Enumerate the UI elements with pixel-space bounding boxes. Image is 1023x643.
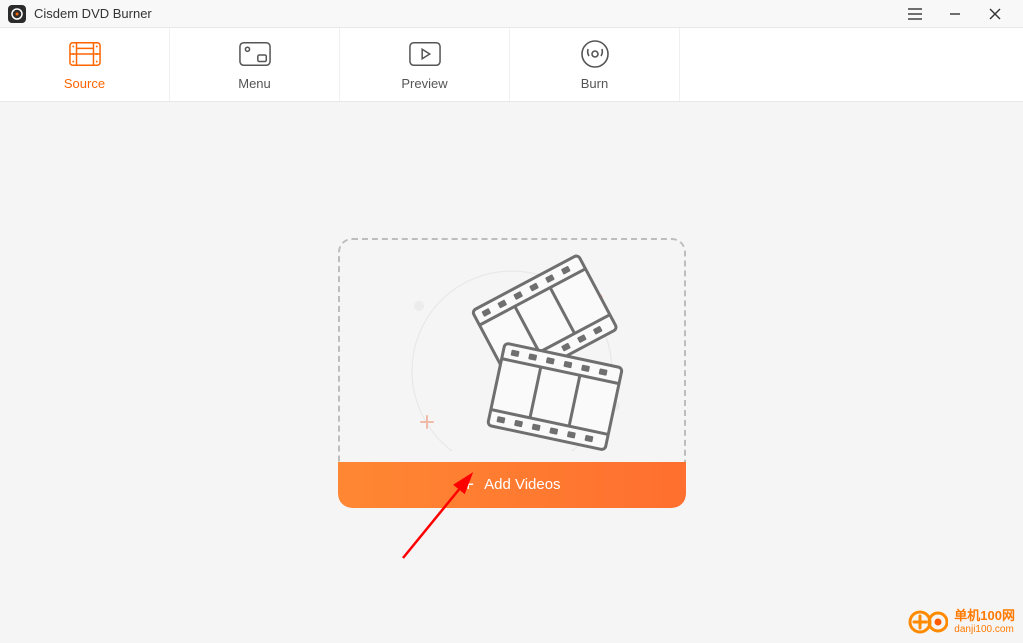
close-button[interactable] (975, 0, 1015, 28)
add-videos-label: Add Videos (484, 476, 560, 493)
preview-play-icon (409, 38, 441, 70)
menu-template-icon (239, 38, 271, 70)
tab-label: Menu (238, 76, 271, 91)
tab-preview[interactable]: Preview (340, 28, 510, 101)
tab-bar: Source Menu Preview (0, 28, 1023, 102)
dropzone[interactable]: + Add Videos (338, 238, 686, 508)
app-logo-icon (8, 5, 26, 23)
watermark-line2: danji100.com (954, 624, 1015, 635)
titlebar: Cisdem DVD Burner (0, 0, 1023, 28)
tab-label: Burn (581, 76, 608, 91)
add-videos-button[interactable]: + Add Videos (338, 462, 686, 508)
tab-label: Source (64, 76, 105, 91)
tab-menu[interactable]: Menu (170, 28, 340, 101)
tab-burn[interactable]: Burn (510, 28, 680, 101)
minimize-button[interactable] (935, 0, 975, 28)
window-title: Cisdem DVD Burner (34, 6, 895, 21)
tab-source[interactable]: Source (0, 28, 170, 101)
disc-burn-icon (579, 38, 611, 70)
watermark: 单机100网 danji100.com (908, 607, 1015, 637)
filmstrip-icon (69, 38, 101, 70)
watermark-logo-icon (908, 607, 948, 637)
plus-icon: + (462, 475, 474, 495)
dropzone-illustration (338, 238, 686, 462)
tab-label: Preview (401, 76, 447, 91)
menu-button[interactable] (895, 0, 935, 28)
content-area: + Add Videos (0, 102, 1023, 643)
watermark-line1: 单机100网 (954, 609, 1015, 623)
